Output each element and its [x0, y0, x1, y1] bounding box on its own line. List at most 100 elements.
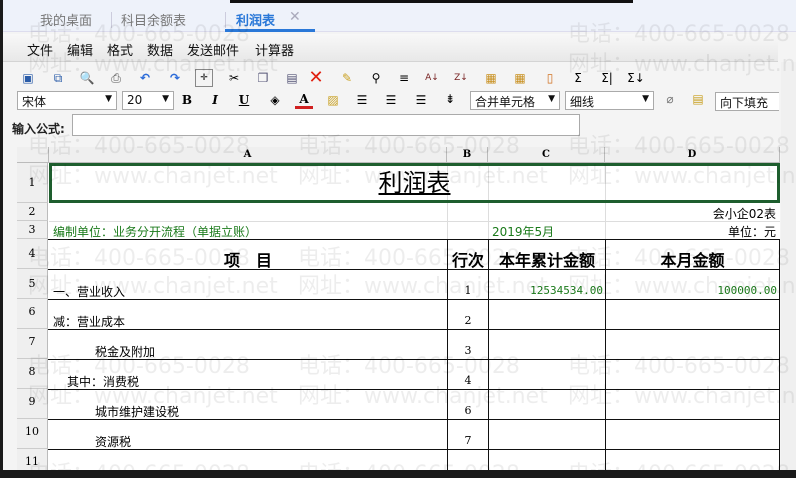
line-number: 3 — [464, 344, 472, 357]
menu-data[interactable]: 数据 — [147, 40, 173, 59]
print-icon[interactable]: ⎙ — [107, 69, 125, 87]
tab-income-statement[interactable]: 利润表 — [236, 10, 275, 29]
row-header[interactable]: 5 — [17, 269, 48, 299]
sum-all-icon[interactable]: Σ↓ — [627, 69, 645, 87]
align-center-icon[interactable]: ☰ — [382, 91, 400, 109]
item-label: 城市维护建设税 — [95, 405, 180, 419]
format-brush-icon[interactable]: ✎ — [338, 69, 356, 87]
font-size-value: 20 — [127, 93, 143, 107]
select-all-icon[interactable]: ✛ — [195, 69, 213, 87]
undo-icon[interactable]: ↶ — [136, 69, 154, 87]
align-left-icon[interactable]: ☰ — [353, 91, 371, 109]
row-header[interactable]: 9 — [17, 389, 48, 419]
chevron-down-icon: ▼ — [105, 94, 112, 104]
row-header[interactable]: 11 — [17, 449, 48, 470]
redo-icon[interactable]: ↷ — [166, 69, 184, 87]
header-ytd-amount: 本年累计金额 — [498, 251, 595, 270]
border-style-select[interactable]: 细线 ▼ — [565, 91, 654, 110]
save-icon[interactable]: ▣ — [19, 69, 37, 87]
currency-unit: 单位：元 — [727, 225, 776, 239]
item-label: 一、营业收入 — [53, 285, 126, 299]
header-item: 项 目 — [223, 251, 272, 270]
menu-send-email[interactable]: 发送邮件 — [187, 40, 239, 59]
row-header[interactable]: 2 — [17, 203, 48, 221]
header-line-no: 行次 — [451, 251, 484, 270]
align-right-icon[interactable]: ☰ — [412, 91, 430, 109]
tab-bar: 我的桌面 科目余额表 利润表 ✕ — [3, 0, 796, 32]
copy-icon[interactable]: ❐ — [254, 69, 272, 87]
bold-button[interactable]: B — [178, 91, 196, 109]
diagonal-border-icon[interactable]: ▨ — [324, 91, 342, 109]
fill-down-select[interactable]: 向下填充 — [715, 92, 779, 111]
form-number: 会小企02表 — [712, 207, 776, 221]
tab-divider — [225, 12, 226, 28]
paste-values-icon[interactable]: ▦ — [511, 69, 529, 87]
sum-column-icon[interactable]: Σ| — [598, 69, 616, 87]
font-family-select[interactable]: 宋体 ▼ — [17, 91, 117, 110]
chevron-down-icon: ▼ — [642, 94, 649, 104]
vertical-scrollbar[interactable] — [781, 62, 796, 470]
paste-special-icon[interactable]: ▦ — [482, 69, 500, 87]
sort-ascending-icon[interactable]: A↓ — [423, 69, 441, 87]
fill-color-icon[interactable]: ◈ — [266, 91, 284, 109]
formula-input[interactable] — [72, 114, 580, 136]
item-label: 其中：消费税 — [67, 375, 140, 389]
item-label: 税金及附加 — [95, 345, 156, 359]
delete-icon[interactable]: ✕ — [307, 67, 325, 88]
row-header[interactable]: 3 — [17, 221, 48, 239]
sort-descending-icon[interactable]: Z↓ — [452, 69, 470, 87]
menu-format[interactable]: 格式 — [107, 40, 133, 59]
sum-icon[interactable]: Σ — [569, 69, 587, 87]
save-as-icon[interactable]: ⧉ — [49, 69, 67, 87]
wrap-text-icon[interactable]: ⇟ — [441, 90, 459, 108]
active-tab-indicator — [225, 29, 315, 32]
menu-calculator[interactable]: 计算器 — [255, 40, 294, 59]
row-header[interactable]: 1 — [17, 163, 48, 203]
eraser-icon[interactable]: ⌀ — [661, 90, 679, 108]
column-header-b[interactable]: B — [447, 147, 488, 163]
tab-desktop[interactable]: 我的桌面 — [40, 10, 92, 29]
row-header[interactable]: 6 — [17, 299, 48, 329]
font-size-select[interactable]: 20 ▼ — [122, 91, 174, 110]
menu-bar: 文件 编辑 格式 数据 发送邮件 计算器 — [3, 34, 778, 62]
underline-button[interactable]: U — [235, 91, 253, 109]
fill-down-value: 向下填充 — [720, 96, 769, 110]
header-month-amount: 本月金额 — [660, 251, 725, 270]
row-header[interactable]: 7 — [17, 329, 48, 359]
find-icon[interactable]: ⚲ — [367, 69, 385, 87]
paste-icon[interactable]: ▤ — [283, 69, 301, 87]
ytd-amount: 12534534.00 — [530, 284, 603, 297]
line-number: 4 — [464, 374, 472, 387]
row-header[interactable]: 8 — [17, 359, 48, 389]
row-header[interactable]: 4 — [17, 239, 48, 269]
company-name: 编制单位：业务分开流程（单据立账） — [53, 225, 258, 239]
item-label: 减：营业成本 — [53, 315, 126, 329]
tab-account-balance[interactable]: 科目余额表 — [121, 10, 186, 29]
font-family-value: 宋体 — [22, 95, 47, 109]
border-style-value: 细线 — [570, 95, 595, 109]
line-number: 7 — [464, 434, 472, 447]
font-color-button[interactable]: A — [295, 91, 313, 109]
cut-icon[interactable]: ✂ — [225, 69, 243, 87]
formula-label: 输入公式: — [12, 122, 65, 136]
report-window: 我的桌面 科目余额表 利润表 ✕ 文件 编辑 格式 数据 发送邮件 计算器 ▣ … — [3, 0, 796, 470]
row-header[interactable]: 10 — [17, 419, 48, 449]
menu-file[interactable]: 文件 — [27, 40, 53, 59]
line-number: 6 — [464, 404, 472, 417]
menu-edit[interactable]: 编辑 — [67, 40, 93, 59]
column-header-a[interactable]: A — [49, 147, 447, 163]
report-title-cell[interactable]: 利润表 — [49, 163, 780, 203]
report-period: 2019年5月 — [492, 225, 555, 239]
column-header-c[interactable]: C — [488, 147, 605, 163]
tab-divider — [111, 12, 112, 28]
merge-cells-select[interactable]: 合并单元格 ▼ — [470, 91, 560, 110]
italic-button[interactable]: I — [206, 91, 224, 109]
report-title: 利润表 — [378, 169, 451, 197]
page-icon[interactable]: ▯ — [541, 69, 559, 87]
select-all-corner[interactable] — [17, 147, 49, 163]
column-header-d[interactable]: D — [605, 147, 780, 163]
properties-icon[interactable]: ▤ — [689, 90, 707, 108]
close-tab-icon[interactable]: ✕ — [289, 9, 301, 25]
print-preview-icon[interactable]: 🔍 — [78, 69, 96, 87]
edit-cell-icon[interactable]: ≡ — [395, 69, 413, 87]
